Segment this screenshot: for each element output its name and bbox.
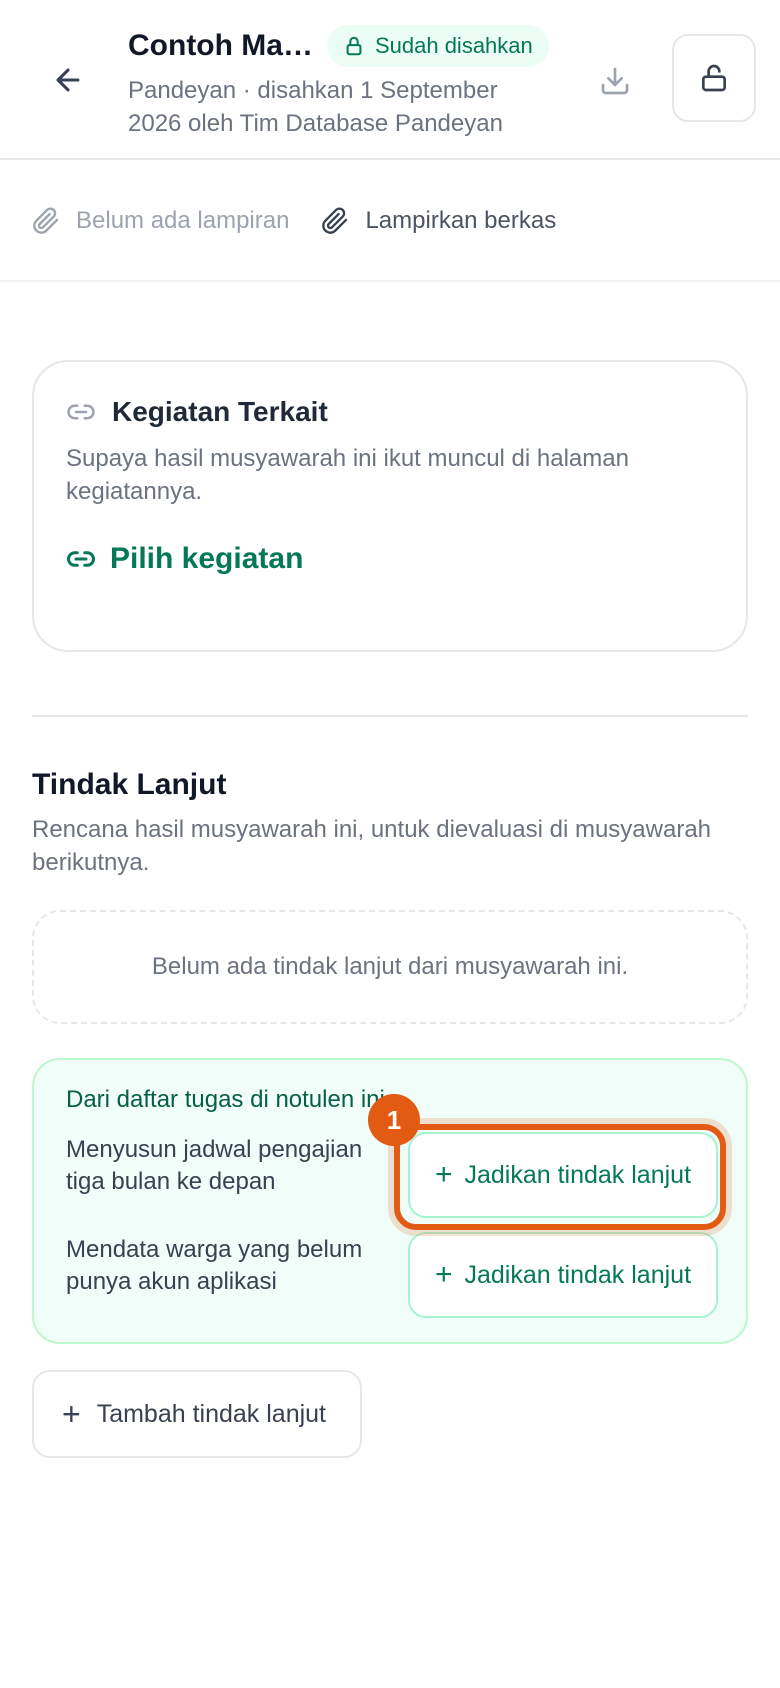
download-button[interactable]	[590, 56, 640, 106]
followup-empty-text: Belum ada tindak lanjut dari musyawarah …	[151, 953, 629, 980]
lock-icon	[346, 36, 362, 56]
followup-description: Rencana hasil musyawarah ini, untuk diev…	[32, 816, 712, 876]
unlock-icon	[702, 64, 726, 92]
add-followup-label: Tambah tindak lanjut	[96, 1399, 326, 1428]
annotation-marker: 1	[368, 1094, 420, 1146]
attach-file-label: Lampirkan berkas	[365, 207, 557, 234]
section-divider	[32, 715, 748, 717]
make-followup-button[interactable]: + Jadikan tindak lanjut	[408, 1232, 718, 1318]
link-icon	[67, 551, 95, 567]
status-badge: Sudah disahkan	[326, 25, 549, 67]
attach-file-button[interactable]: Lampirkan berkas	[321, 207, 556, 235]
followup-empty-state: Belum ada tindak lanjut dari musyawarah …	[32, 910, 748, 1024]
page-subtitle: Pandeyan · disahkan 1 September 2026 ole…	[128, 77, 503, 137]
task-suggestions-title: Dari daftar tugas di notulen ini	[66, 1086, 385, 1113]
attachments-empty: Belum ada lampiran	[32, 207, 289, 235]
suggested-task-text: Mendata warga yang belum punya akun apli…	[66, 1236, 363, 1295]
paperclip-icon	[33, 207, 59, 234]
pick-activity-link[interactable]: Pilih kegiatan	[66, 542, 303, 576]
paperclip-icon	[322, 207, 348, 234]
followup-title: Tindak Lanjut	[32, 768, 227, 801]
download-icon	[601, 67, 629, 95]
back-button[interactable]	[44, 56, 92, 104]
suggested-task-text: Menyusun jadwal pengajian tiga bulan ke …	[66, 1136, 363, 1195]
header-title-block: Contoh Ma… Sudah disahkan Pandeyan · dis…	[128, 24, 568, 140]
pick-activity-label: Pilih kegiatan	[110, 542, 304, 575]
link-icon	[67, 404, 95, 420]
plus-icon: +	[62, 1396, 81, 1432]
related-activity-description: Supaya hasil musyawarah ini ikut muncul …	[66, 445, 629, 505]
related-activity-title: Kegiatan Terkait	[112, 396, 328, 427]
arrow-left-icon	[56, 68, 80, 92]
attachments-empty-text: Belum ada lampiran	[76, 207, 290, 234]
page-header: Contoh Ma… Sudah disahkan Pandeyan · dis…	[0, 0, 780, 160]
attachments-row: Belum ada lampiran Lampirkan berkas	[0, 162, 780, 282]
plus-icon: +	[434, 1258, 453, 1291]
unlock-button[interactable]	[672, 34, 756, 122]
status-badge-label: Sudah disahkan	[374, 33, 533, 58]
add-followup-button[interactable]: + Tambah tindak lanjut	[32, 1370, 362, 1458]
page-title: Contoh Ma…	[128, 29, 313, 62]
make-followup-label: Jadikan tindak lanjut	[464, 1260, 692, 1289]
annotation-highlight	[394, 1124, 726, 1230]
related-activity-card: Kegiatan Terkait Supaya hasil musyawarah…	[32, 360, 748, 652]
